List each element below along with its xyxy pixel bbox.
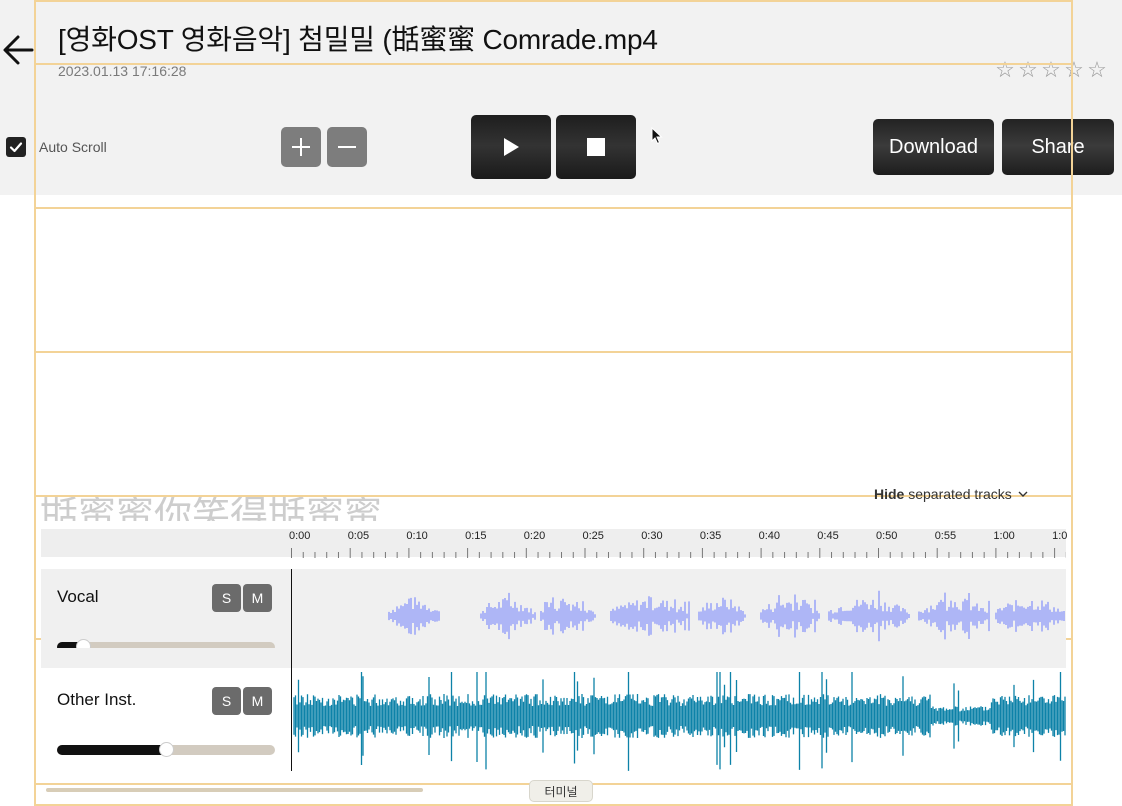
- solo-button[interactable]: S: [212, 584, 241, 612]
- timeline-tick-label: 0:05: [347, 530, 370, 542]
- star-outline-icon[interactable]: ☆: [1041, 58, 1061, 82]
- vocal-waveform-path: [388, 590, 1065, 642]
- track-other-inst-panel: Other Inst. S M: [41, 672, 291, 764]
- mute-button[interactable]: M: [243, 584, 272, 612]
- auto-scroll-checkbox[interactable]: [6, 137, 26, 157]
- volume-fill: [57, 745, 166, 755]
- zoom-in-button[interactable]: [281, 127, 321, 167]
- timeline-tick-label: 0:35: [699, 530, 722, 542]
- track-separator: [41, 648, 1066, 668]
- timeline-tick-label: 1:00: [993, 530, 1015, 542]
- hide-label: Hide: [874, 486, 905, 502]
- star-rating[interactable]: ☆ ☆ ☆ ☆ ☆: [995, 58, 1107, 82]
- play-icon: [504, 138, 519, 156]
- waveform: [293, 661, 1066, 771]
- page-title: [영화OST 영화음악] 첨밀밀 (甛蜜蜜 Comrade.mp4: [58, 24, 658, 55]
- track-name: Other Inst.: [57, 690, 137, 709]
- chevron-down-icon: [1018, 491, 1028, 497]
- star-outline-icon[interactable]: ☆: [1064, 58, 1084, 82]
- solo-button[interactable]: S: [212, 687, 241, 715]
- stop-icon: [587, 138, 605, 156]
- timeline-tick-label: 0:10: [406, 530, 428, 542]
- mute-button[interactable]: M: [243, 687, 272, 715]
- timeline-tick-label: 0:40: [758, 530, 781, 542]
- auto-scroll-toggle[interactable]: Auto Scroll: [6, 137, 107, 157]
- timeline-tick-label: 0:55: [934, 530, 957, 542]
- layout-guide-line: [34, 207, 1073, 209]
- track-name: Vocal: [57, 587, 99, 606]
- timeline-tick-label: 0:25: [582, 530, 604, 542]
- volume-thumb[interactable]: [160, 743, 173, 756]
- timeline-tick-label: 0:00: [289, 530, 311, 542]
- download-button[interactable]: Download: [873, 119, 994, 175]
- auto-scroll-label: Auto Scroll: [39, 139, 107, 155]
- stop-button[interactable]: [556, 115, 636, 179]
- timeline-tick-label: 0:30: [641, 530, 663, 542]
- back-button[interactable]: [2, 30, 36, 70]
- horizontal-scrollbar[interactable]: [46, 788, 423, 792]
- timeline-tick-label: 0:45: [817, 530, 839, 542]
- other-inst-waveform-path: [293, 661, 1066, 771]
- lyrics-text: 甛蜜蜜你笑得甛蜜蜜: [40, 497, 383, 521]
- checkmark-icon: [9, 142, 23, 153]
- timeline-tick-label: 1:0: [1052, 530, 1068, 542]
- play-button[interactable]: [471, 115, 551, 179]
- terminal-tab[interactable]: 터미널: [529, 780, 593, 802]
- mouse-cursor-icon: [651, 127, 663, 145]
- layout-guide-line: [34, 351, 1073, 353]
- timeline-tick-label: 0:20: [523, 530, 546, 542]
- timestamp: 2023.01.13 17:16:28: [58, 63, 187, 79]
- share-button[interactable]: Share: [1002, 119, 1114, 175]
- zoom-out-button[interactable]: [327, 127, 367, 167]
- timeline-ticks: [291, 548, 1066, 558]
- playhead[interactable]: [291, 569, 292, 771]
- star-outline-icon[interactable]: ☆: [1018, 58, 1038, 82]
- volume-slider[interactable]: [57, 743, 275, 756]
- arrow-left-icon: [3, 35, 34, 65]
- timeline-tick-label: 0:15: [465, 530, 487, 542]
- star-outline-icon[interactable]: ☆: [995, 58, 1015, 82]
- timeline-tick-label: 0:50: [876, 530, 898, 542]
- star-outline-icon[interactable]: ☆: [1087, 58, 1107, 82]
- track-other-inst-waveform[interactable]: [291, 661, 1066, 771]
- minus-icon: [338, 146, 356, 148]
- hide-separated-tracks-toggle[interactable]: Hide separated tracks: [874, 486, 1028, 502]
- plus-icon: [292, 138, 310, 156]
- separated-tracks-label: separated tracks: [908, 486, 1012, 502]
